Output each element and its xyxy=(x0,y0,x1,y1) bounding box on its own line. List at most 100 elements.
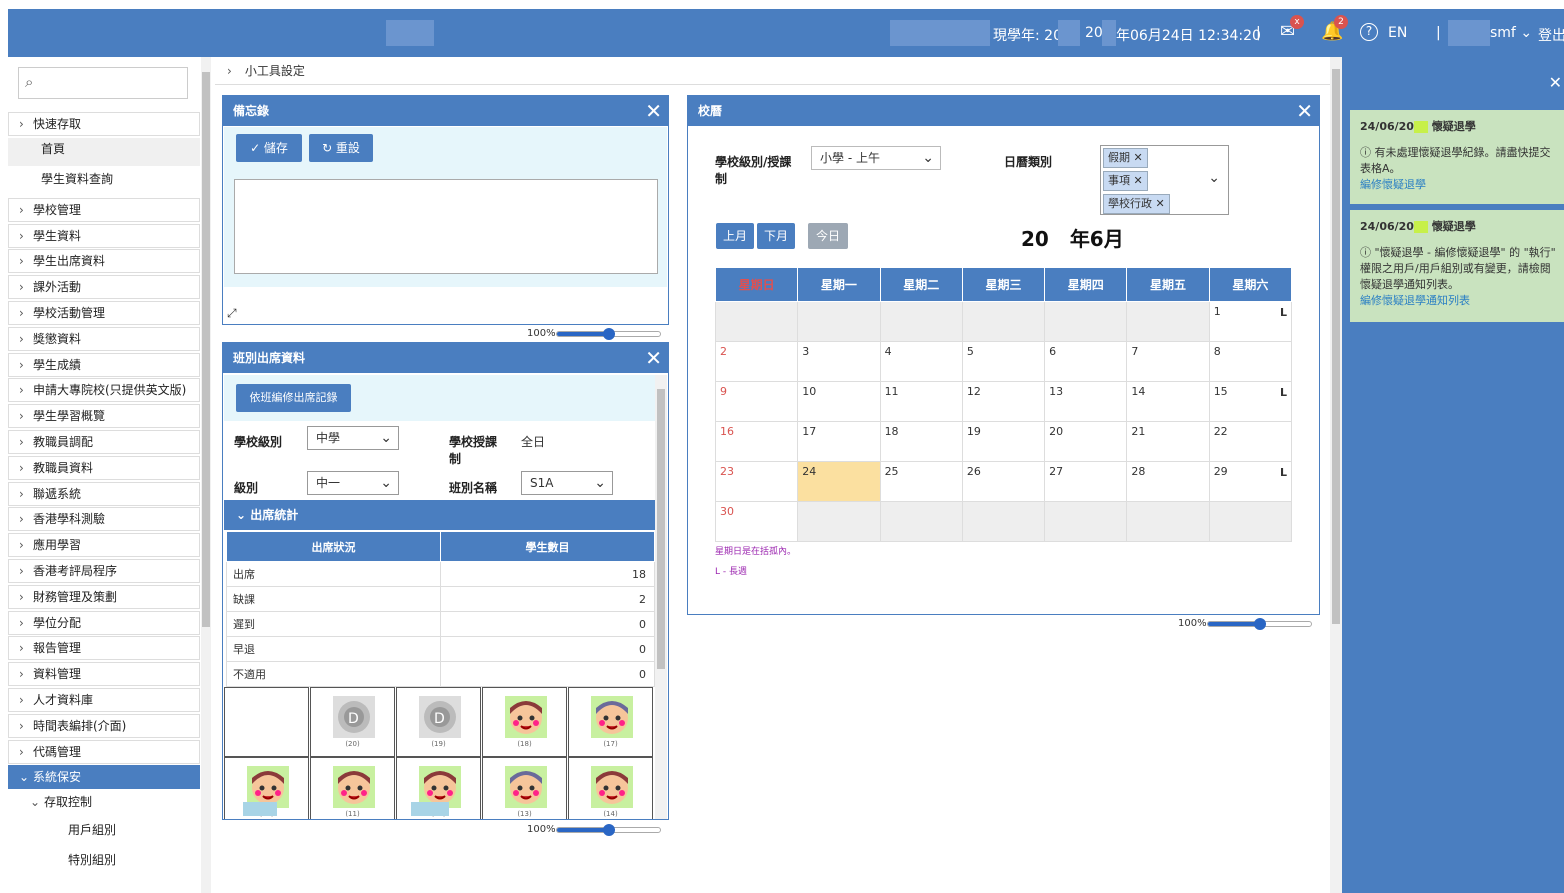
calendar-day[interactable] xyxy=(1044,301,1128,342)
sidebar-item[interactable]: › 代碼管理 xyxy=(8,739,200,764)
class-level-select[interactable]: 中一 ⌄ xyxy=(307,471,399,495)
calendar-day[interactable] xyxy=(797,301,881,342)
notice-link[interactable]: 編修懷疑退學 xyxy=(1360,176,1560,192)
memo-zoom-knob[interactable] xyxy=(602,328,615,340)
calendar-day[interactable] xyxy=(1208,501,1293,542)
calendar-day[interactable]: 3 xyxy=(797,341,881,382)
calendar-close-icon[interactable]: ✕ xyxy=(1296,96,1313,126)
student-photo[interactable]: D (19) xyxy=(396,687,481,757)
calendar-day[interactable]: 28 xyxy=(1126,461,1210,502)
calendar-day[interactable] xyxy=(1044,501,1128,542)
tag-event[interactable]: 事項 ✕ xyxy=(1103,171,1148,191)
sidebar-item[interactable]: › 香港學科測驗 xyxy=(8,507,200,532)
calendar-day[interactable] xyxy=(879,301,963,342)
main-scroll-thumb[interactable] xyxy=(1332,69,1340,624)
sidebar-item[interactable]: ⌄ 存取控制 xyxy=(8,791,200,816)
sidebar-item[interactable]: › 學位分配 xyxy=(8,610,200,635)
tag-admin[interactable]: 學校行政 ✕ xyxy=(1103,194,1170,214)
student-photo[interactable]: D (20) xyxy=(310,687,395,757)
calendar-day[interactable]: 29 L xyxy=(1208,461,1293,502)
sidebar-item[interactable]: › 報告管理 xyxy=(8,636,200,661)
sidebar-item[interactable]: 首頁 xyxy=(8,137,200,166)
attendance-zoom-slider[interactable] xyxy=(556,824,661,836)
calendar-day[interactable]: 26 xyxy=(961,461,1046,502)
student-photo[interactable]: (16) xyxy=(224,757,309,819)
sidebar-item[interactable]: › 人才資料庫 xyxy=(8,688,200,712)
sidebar-item[interactable]: › 快速存取 xyxy=(8,112,200,136)
calendar-day[interactable] xyxy=(714,301,799,342)
attendance-scroll-thumb[interactable] xyxy=(657,389,665,669)
calendar-day[interactable]: 6 xyxy=(1044,341,1128,382)
tag-holiday[interactable]: 假期 ✕ xyxy=(1103,148,1148,168)
calendar-day[interactable]: 13 xyxy=(1044,381,1128,422)
calendar-zoom-slider[interactable] xyxy=(1207,618,1312,630)
sidebar-item[interactable]: › 時間表編排(介面) xyxy=(8,713,200,738)
sidebar-item[interactable]: › 應用學習 xyxy=(8,533,200,558)
today-button[interactable]: 今日 xyxy=(808,223,848,249)
calendar-day[interactable]: 20 xyxy=(1044,421,1128,462)
calendar-day[interactable]: 17 xyxy=(797,421,881,462)
calendar-day[interactable]: 12 xyxy=(961,381,1046,422)
search-input[interactable]: ⌕ xyxy=(18,67,188,99)
calendar-day[interactable]: 25 xyxy=(879,461,963,502)
calendar-day[interactable] xyxy=(1126,501,1210,542)
memo-save-button[interactable]: ✓ 儲存 xyxy=(236,134,302,162)
attendance-close-icon[interactable]: ✕ xyxy=(645,343,662,373)
calendar-day[interactable] xyxy=(961,301,1046,342)
student-photo[interactable]: (18) xyxy=(482,687,567,757)
main-scrollbar[interactable] xyxy=(1330,57,1342,893)
memo-reset-button[interactable]: ↻ 重設 xyxy=(309,134,373,162)
sidebar-item[interactable]: › 學生成績 xyxy=(8,352,200,377)
class-name-select[interactable]: S1A ⌄ xyxy=(521,471,613,495)
sidebar-item[interactable]: › 教職員調配 xyxy=(8,430,200,454)
student-photo[interactable]: (14) xyxy=(568,757,653,819)
calendar-day[interactable]: 8 xyxy=(1208,341,1293,382)
calendar-day[interactable]: 9 xyxy=(714,381,799,422)
sidebar-item[interactable]: ⌄ 系統保安 xyxy=(8,765,200,790)
calendar-day[interactable]: 24 xyxy=(797,461,881,502)
close-icon[interactable]: ✕ xyxy=(1549,73,1562,92)
calendar-day[interactable]: 4 xyxy=(879,341,963,382)
sidebar-item[interactable]: 特別組別 xyxy=(8,849,200,874)
school-level-select[interactable]: 中學 ⌄ xyxy=(307,426,399,450)
calendar-day[interactable]: 19 xyxy=(961,421,1046,462)
sidebar-item[interactable]: › 學校活動管理 xyxy=(8,301,200,325)
help-icon[interactable]: ? xyxy=(1360,23,1378,41)
memo-close-icon[interactable]: ✕ xyxy=(645,96,662,126)
sidebar-item[interactable]: › 聯遞系統 xyxy=(8,481,200,506)
next-month-button[interactable]: 下月 xyxy=(757,223,795,249)
calendar-zoom-knob[interactable] xyxy=(1253,618,1266,630)
sidebar-scroll-thumb[interactable] xyxy=(202,72,210,627)
calendar-day[interactable]: 5 xyxy=(961,341,1046,382)
memo-textarea[interactable] xyxy=(234,179,658,274)
sidebar-item[interactable]: › 學生出席資料 xyxy=(8,249,200,274)
user-menu[interactable]: smf ⌄ xyxy=(1490,25,1532,41)
sidebar-item[interactable]: › 學生學習概覽 xyxy=(8,404,200,429)
sidebar-item[interactable]: › 資料管理 xyxy=(8,662,200,687)
calendar-day[interactable]: 30 xyxy=(714,501,799,542)
sidebar-scrollbar[interactable] xyxy=(201,57,211,893)
language-toggle[interactable]: EN xyxy=(1388,25,1407,41)
logout-link[interactable]: 登出 xyxy=(1538,25,1564,45)
sidebar-item[interactable]: › 申請大專院校(只提供英文版) xyxy=(8,378,200,403)
calendar-day[interactable]: 2 xyxy=(714,341,799,382)
calendar-day[interactable] xyxy=(961,501,1046,542)
cal-type-multiselect[interactable]: 假期 ✕ 事項 ✕ 學校行政 ✕ ⌄ xyxy=(1100,145,1229,215)
cal-level-select[interactable]: 小學 - 上午 ⌄ xyxy=(811,146,941,170)
student-photo[interactable]: (13) xyxy=(482,757,567,819)
student-photo[interactable] xyxy=(224,687,309,757)
notice-link[interactable]: 編修懷疑退學通知列表 xyxy=(1360,292,1560,308)
sidebar-item[interactable]: › 財務管理及策劃 xyxy=(8,584,200,609)
calendar-day[interactable]: 21 xyxy=(1126,421,1210,462)
sidebar-item[interactable]: › 課外活動 xyxy=(8,275,200,300)
sidebar-item[interactable]: › 香港考評局程序 xyxy=(8,559,200,583)
calendar-day[interactable]: 14 xyxy=(1126,381,1210,422)
stats-section-header[interactable]: ⌄ 出席統計 xyxy=(224,500,655,530)
student-photo[interactable]: (17) xyxy=(568,687,653,757)
calendar-day[interactable] xyxy=(1126,301,1210,342)
calendar-day[interactable]: 22 xyxy=(1208,421,1293,462)
student-photo[interactable]: (11) xyxy=(310,757,395,819)
calendar-day[interactable]: 18 xyxy=(879,421,963,462)
calendar-day[interactable]: 15 L xyxy=(1208,381,1293,422)
expand-icon[interactable]: ⤢ xyxy=(227,306,237,321)
